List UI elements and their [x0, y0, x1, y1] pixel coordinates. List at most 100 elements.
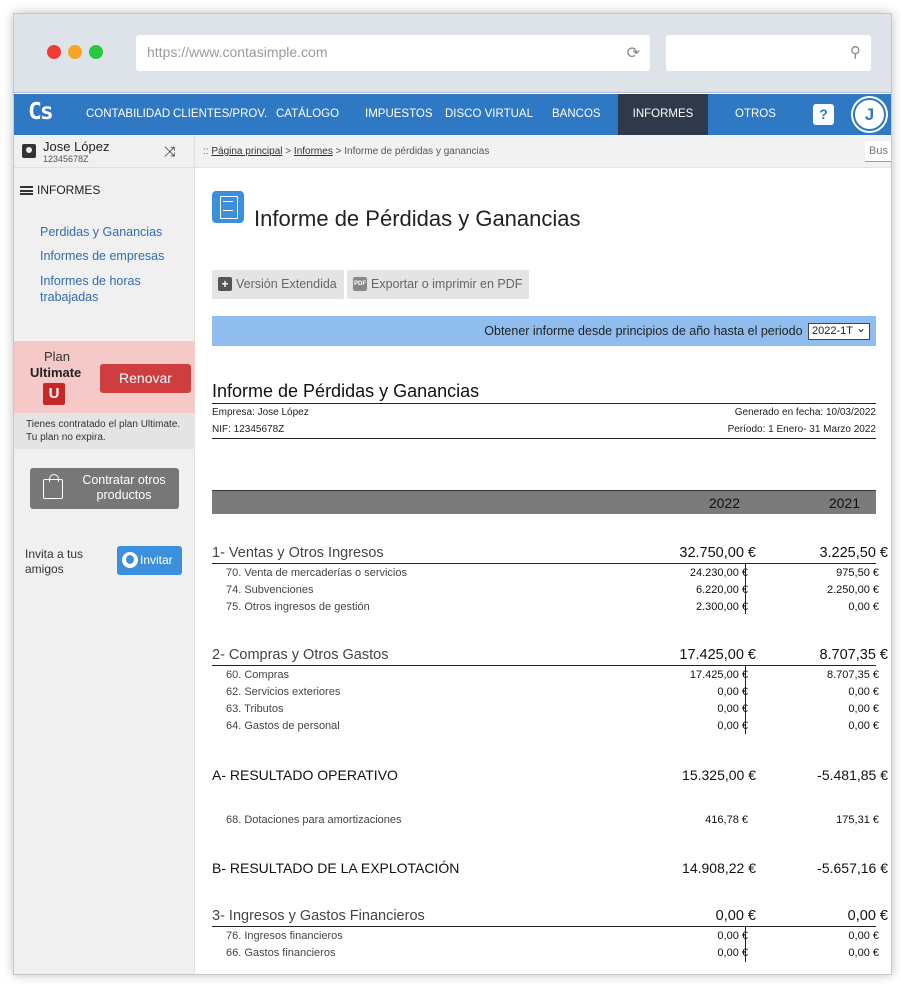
search-input[interactable]: Bus [865, 141, 891, 162]
section-ventas-2022: 32.750,00 € [679, 545, 756, 561]
close-window-icon[interactable] [47, 45, 61, 59]
user-card-icon [22, 144, 36, 158]
table-row-value-2022: 2.300,00 € [696, 601, 748, 613]
table-row-value-2021: 2.250,00 € [827, 584, 879, 596]
globe-icon [122, 552, 138, 568]
nav-disco-virtual[interactable]: DISCO VIRTUAL [445, 94, 533, 135]
switch-company-icon[interactable]: ⤨ [164, 143, 175, 160]
table-row-value-2021: 0,00 € [848, 720, 879, 732]
nav-impuestos[interactable]: IMPUESTOS [365, 94, 433, 135]
divider [212, 665, 876, 666]
plan-box: Plan Ultimate U Renovar [14, 341, 195, 413]
period-filter-bar: Obtener informe desde principios de año … [212, 316, 876, 346]
table-row-value-2022: 0,00 € [717, 930, 748, 942]
invite-button-label: Invitar [140, 553, 173, 567]
breadcrumb-informes-link[interactable]: Informes [294, 146, 333, 157]
nav-informes[interactable]: INFORMES [618, 94, 708, 135]
export-pdf-label: Exportar o imprimir en PDF [371, 277, 523, 291]
nav-clientes-prov[interactable]: CLIENTES/PROV. [173, 94, 267, 135]
table-row-value-2021: 0,00 € [848, 601, 879, 613]
nav-bancos[interactable]: BANCOS [552, 94, 601, 135]
table-row-value-2021: 0,00 € [848, 686, 879, 698]
sidebar-item-perdidas-ganancias[interactable]: Perdidas y Ganancias [40, 224, 180, 240]
table-row-value-2022: 0,00 € [717, 720, 748, 732]
table-row-value-2021: 175,31 € [836, 814, 879, 826]
table-row-label: 70. Venta de mercaderías o servicios [226, 567, 407, 579]
nav-catalogo[interactable]: CATÁLOGO [276, 94, 339, 135]
page-title: Informe de Pérdidas y Ganancias [254, 206, 581, 231]
invite-text: Invita a tus amigos [25, 547, 84, 576]
years-header: 2022 2021 [212, 490, 876, 514]
buy-products-label: Contratar otros productos [82, 473, 166, 502]
user-box: Jose López 12345678Z ⤨ [14, 135, 195, 168]
breadcrumb-separator: > [282, 146, 294, 157]
sidebar: Jose López 12345678Z ⤨ INFORMES Perdidas… [14, 135, 195, 974]
report-company: Empresa: Jose López [212, 407, 309, 418]
help-icon[interactable]: ? [813, 104, 834, 125]
section-financieros-2021: 0,00 € [847, 908, 888, 924]
table-row-value-2021: 975,50 € [836, 567, 879, 579]
sidebar-section-header: INFORMES [20, 183, 100, 197]
plan-title: Plan [43, 349, 71, 364]
table-row-label: 62. Servicios exteriores [226, 686, 341, 698]
export-pdf-button[interactable]: PDF Exportar o imprimir en PDF [347, 270, 530, 299]
address-bar[interactable]: https://www.contasimple.com ⟳ [136, 35, 650, 71]
sidebar-section-label: INFORMES [37, 183, 101, 197]
result-explotacion-2021: -5.657,16 € [817, 860, 888, 876]
divider [212, 438, 876, 439]
section-compras-2021: 8.707,35 € [819, 647, 888, 663]
result-explotacion-title: B- RESULTADO DE LA EXPLOTACIÓN [212, 860, 460, 876]
table-row-value-2022: 24.230,00 € [689, 567, 748, 579]
table-row-label: 64. Gastos de personal [226, 720, 340, 732]
table-row-label: 68. Dotaciones para amortizaciones [226, 814, 402, 826]
nav-otros[interactable]: OTROS [735, 94, 776, 135]
user-avatar[interactable]: J [853, 98, 886, 131]
divider [212, 563, 876, 564]
section-ventas-2021: 3.225,50 € [819, 545, 888, 561]
plus-icon: + [218, 277, 232, 291]
report-period: Período: 1 Enero- 31 Marzo 2022 [727, 424, 876, 435]
maximize-window-icon[interactable] [89, 45, 103, 59]
breadcrumb-separator: > [332, 146, 345, 157]
sidebar-item-informes-empresas[interactable]: Informes de empresas [40, 248, 180, 264]
browser-search-input[interactable]: ⚲ [666, 35, 871, 71]
main-content: Informe de Pérdidas y Ganancias + Versió… [195, 168, 891, 974]
shopping-bag-icon [43, 474, 63, 499]
extended-version-label: Versión Extendida [236, 277, 337, 291]
breadcrumb-home-link[interactable]: Página principal [211, 146, 282, 157]
table-row-value-2022: 0,00 € [717, 686, 748, 698]
extended-version-button[interactable]: + Versión Extendida [212, 270, 344, 299]
reload-icon[interactable]: ⟳ [627, 43, 640, 63]
period-filter-label: Obtener informe desde principios de año … [484, 324, 803, 338]
period-select[interactable]: 2022-1T [808, 321, 870, 341]
table-row-value-2022: 416,78 € [705, 814, 748, 826]
buy-products-button[interactable]: Contratar otros productos [30, 468, 179, 509]
nav-contabilidad[interactable]: CONTABILIDAD [86, 94, 170, 135]
table-row-value-2022: 6.220,00 € [696, 584, 748, 596]
table-row-value-2021: 0,00 € [848, 930, 879, 942]
browser-window: https://www.contasimple.com ⟳ ⚲ Cs CONTA… [13, 13, 892, 975]
invite-button[interactable]: Invitar [117, 546, 182, 575]
report-document-icon [212, 191, 244, 223]
table-row-label: 60. Compras [226, 669, 289, 681]
sidebar-item-horas-trabajadas[interactable]: Informes de horas trabajadas [40, 273, 180, 305]
user-name: Jose López [43, 139, 110, 154]
divider [212, 926, 876, 927]
user-nif: 12345678Z [43, 154, 89, 164]
table-row-value-2022: 17.425,00 € [689, 669, 748, 681]
table-row-label: 63. Tributos [226, 703, 284, 715]
table-row-value-2022: 0,00 € [717, 947, 748, 959]
renew-button[interactable]: Renovar [100, 364, 191, 393]
result-explotacion-2022: 14.908,22 € [682, 860, 756, 876]
contasimple-logo[interactable]: Cs [28, 99, 54, 125]
search-icon[interactable]: ⚲ [850, 43, 861, 61]
table-row-value-2021: 0,00 € [848, 703, 879, 715]
minimize-window-icon[interactable] [68, 45, 82, 59]
result-operativo-title: A- RESULTADO OPERATIVO [212, 767, 398, 783]
year-current: 2022 [708, 495, 740, 511]
breadcrumb-current: Informe de pérdidas y ganancias [344, 146, 490, 157]
main-navigation: Cs CONTABILIDAD CLIENTES/PROV. CATÁLOGO … [14, 94, 891, 135]
table-row-value-2021: 0,00 € [848, 947, 879, 959]
year-previous: 2021 [828, 495, 860, 511]
plan-name: Ultimate [30, 365, 82, 380]
